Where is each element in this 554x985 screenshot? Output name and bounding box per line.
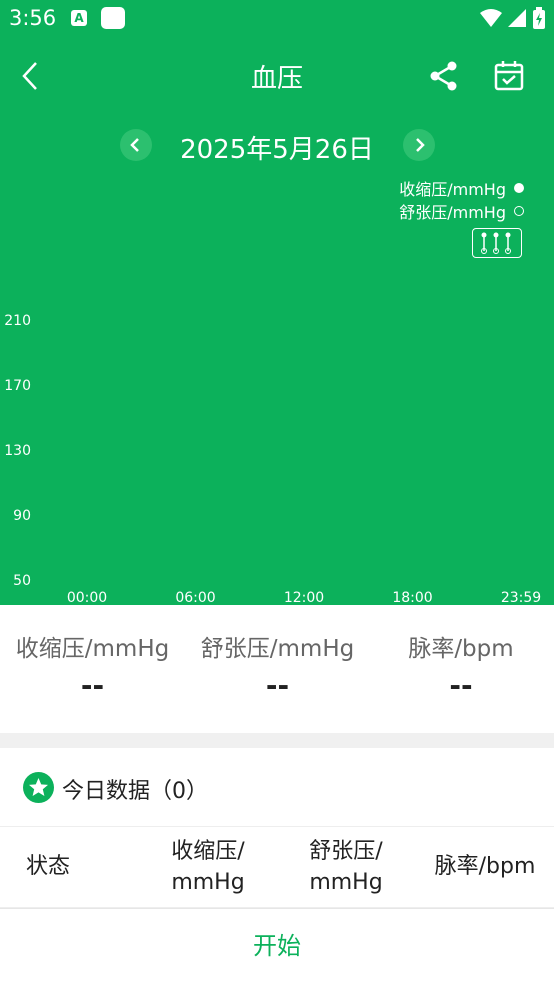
column-header-status: 状态	[18, 851, 78, 882]
latest-readings: 收缩压/mmHg -- 舒张压/mmHg -- 脉率/bpm --	[0, 605, 554, 733]
column-header-diastolic-line1: 舒张压/	[309, 839, 383, 864]
pulse-summary-label: 脉率/bpm	[408, 636, 514, 662]
today-data-header: 今日数据（0）	[0, 748, 554, 826]
bottom-action-bar: 开始	[0, 908, 554, 985]
star-icon	[23, 772, 54, 803]
y-tick-label: 130	[4, 443, 31, 459]
column-header-pulse: 脉率/bpm	[428, 851, 542, 882]
y-axis: 210 170 130 90 50	[4, 313, 31, 589]
systolic-summary: 收缩压/mmHg --	[10, 629, 175, 702]
column-header-pulse-text: 脉率/bpm	[434, 854, 536, 879]
x-tick-label: 06:00	[175, 590, 215, 605]
column-header-systolic-line2: mmHg	[171, 870, 245, 895]
x-tick-label: 23:59	[501, 590, 541, 605]
y-tick-label: 50	[13, 573, 31, 589]
y-tick-label: 90	[13, 508, 31, 524]
x-tick-label: 18:00	[392, 590, 432, 605]
blood-pressure-chart: 210 170 130 90 50 00:00 06:00 12:00 18:00 23:59	[4, 313, 541, 605]
systolic-summary-label: 收缩压/mmHg	[15, 636, 170, 662]
x-axis: 00:00 06:00 12:00 18:00 23:59	[67, 590, 541, 605]
x-tick-label: 12:00	[284, 590, 324, 605]
records-table-header: 状态 收缩压/ mmHg 舒张压/ mmHg 脉率/bpm	[0, 826, 554, 908]
y-tick-label: 210	[4, 313, 31, 329]
pulse-summary: 脉率/bpm --	[385, 629, 537, 702]
diastolic-summary-value: --	[265, 669, 290, 702]
column-header-diastolic: 舒张压/ mmHg	[286, 836, 406, 898]
y-tick-label: 170	[4, 378, 31, 394]
column-header-systolic-line1: 收缩压/	[171, 839, 245, 864]
start-button[interactable]: 开始	[0, 909, 554, 985]
column-header-status-text: 状态	[25, 854, 70, 879]
section-divider	[0, 733, 554, 748]
column-header-diastolic-line2: mmHg	[309, 870, 383, 895]
diastolic-summary: 舒张压/mmHg --	[195, 629, 360, 702]
x-tick-label: 00:00	[67, 590, 107, 605]
diastolic-summary-label: 舒张压/mmHg	[200, 636, 355, 662]
pulse-summary-value: --	[449, 669, 473, 702]
systolic-summary-value: --	[80, 669, 105, 702]
today-data-label: 今日数据（0）	[62, 779, 208, 804]
column-header-systolic: 收缩压/ mmHg	[148, 836, 268, 898]
